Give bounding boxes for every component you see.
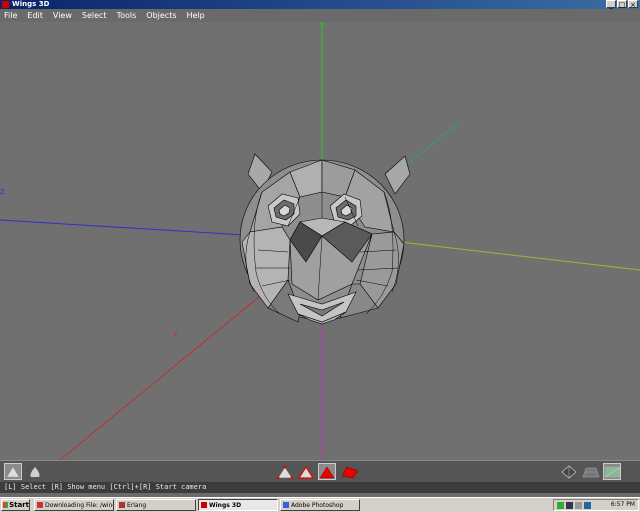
minimize-button[interactable]: _ xyxy=(606,0,616,9)
bottom-toolbar xyxy=(0,460,640,483)
wings-app-icon xyxy=(2,1,9,8)
x-axis-positive xyxy=(59,291,266,461)
flat-shade-icon[interactable] xyxy=(26,463,44,480)
wings-icon xyxy=(201,502,207,508)
maximize-button[interactable]: □ xyxy=(617,0,627,9)
x-axis-negative xyxy=(399,241,640,271)
task-erlang[interactable]: Erlang xyxy=(116,499,196,511)
windows-logo-icon xyxy=(3,502,9,508)
erlang-icon xyxy=(119,502,125,508)
menu-select[interactable]: Select xyxy=(82,11,107,20)
system-tray: 6:57 PM xyxy=(553,499,639,511)
menu-view[interactable]: View xyxy=(53,11,72,20)
perspective-icon[interactable] xyxy=(582,463,600,480)
menu-help[interactable]: Help xyxy=(187,11,205,20)
menu-objects[interactable]: Objects xyxy=(146,11,176,20)
browser-icon xyxy=(37,502,43,508)
photoshop-icon xyxy=(283,502,289,508)
task-label: Wings 3D xyxy=(209,501,242,509)
vertex-select-icon[interactable] xyxy=(276,463,294,480)
face-select-icon[interactable] xyxy=(318,463,336,480)
menu-tools[interactable]: Tools xyxy=(117,11,137,20)
3d-viewport[interactable]: y z x xyxy=(0,20,640,461)
volume-icon[interactable] xyxy=(575,502,582,509)
start-button[interactable]: Start xyxy=(1,499,30,511)
x-axis-label: x xyxy=(173,330,178,339)
edge-select-icon[interactable] xyxy=(297,463,315,480)
os-taskbar: Start Downloading File: /wings/... Erlan… xyxy=(0,497,640,512)
smooth-shade-icon[interactable] xyxy=(4,463,22,480)
window-title-bar[interactable]: Wings 3D _ □ × xyxy=(0,0,640,9)
monitor-icon[interactable] xyxy=(566,502,573,509)
z-axis-negative xyxy=(399,121,461,171)
close-button[interactable]: × xyxy=(628,0,638,9)
task-wings3d[interactable]: Wings 3D xyxy=(198,499,278,511)
menubar: File Edit View Select Tools Objects Help xyxy=(0,9,640,22)
viewport-canvas[interactable]: y z x xyxy=(0,20,640,461)
y-axis-label: y xyxy=(320,22,325,29)
task-photoshop[interactable]: Adobe Photoshop xyxy=(280,499,360,511)
z-axis-label: z xyxy=(0,187,4,196)
task-label: Downloading File: /wings/... xyxy=(45,501,113,509)
start-label: Start xyxy=(9,500,29,509)
status-bar: [L] Select [R] Show menu [Ctrl]+[R] Star… xyxy=(0,482,640,493)
menu-file[interactable]: File xyxy=(4,11,17,20)
network-icon[interactable] xyxy=(557,502,564,509)
right-horn xyxy=(384,155,411,195)
ortho-icon[interactable] xyxy=(603,463,621,480)
z-axis-positive xyxy=(0,219,246,236)
task-label: Erlang xyxy=(127,501,147,509)
mesh-model[interactable] xyxy=(239,153,411,325)
groundplane-icon[interactable] xyxy=(560,463,578,480)
clock[interactable]: 6:57 PM xyxy=(611,500,635,510)
menu-edit[interactable]: Edit xyxy=(27,11,43,20)
body-select-icon[interactable] xyxy=(341,463,359,480)
task-downloading[interactable]: Downloading File: /wings/... xyxy=(34,499,114,511)
task-label: Adobe Photoshop xyxy=(291,501,344,509)
window-title: Wings 3D xyxy=(12,0,50,8)
tray-app-icon[interactable] xyxy=(584,502,591,509)
window-controls: _ □ × xyxy=(606,0,638,9)
